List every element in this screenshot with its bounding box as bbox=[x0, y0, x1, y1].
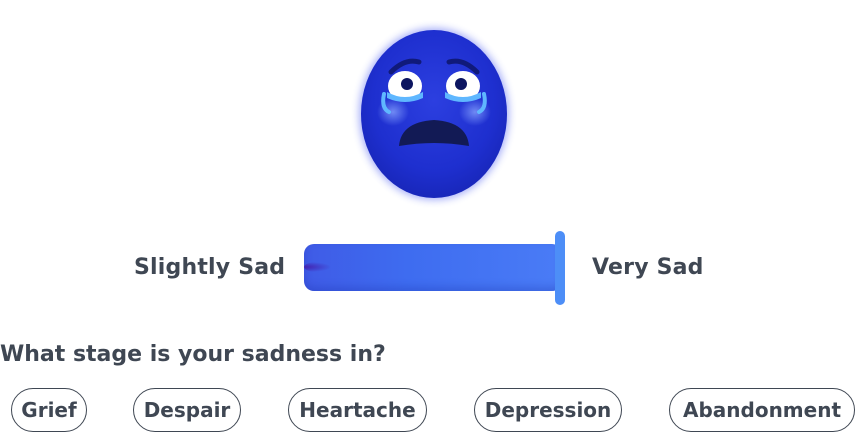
sadness-intensity-slider[interactable] bbox=[304, 231, 568, 305]
crying-face-icon bbox=[359, 28, 510, 200]
question-heading: What stage is your sadness in? bbox=[0, 342, 386, 367]
slider-max-label: Very Sad bbox=[592, 255, 704, 280]
stage-chip-despair[interactable]: Despair bbox=[133, 388, 241, 432]
stage-chip-grief[interactable]: Grief bbox=[11, 388, 87, 432]
crying-face-icon-graphic bbox=[359, 28, 509, 200]
stage-chip-heartache[interactable]: Heartache bbox=[288, 388, 427, 432]
stage-chip-abandonment[interactable]: Abandonment bbox=[669, 388, 855, 432]
slider-track[interactable] bbox=[304, 244, 562, 291]
slider-thumb[interactable] bbox=[555, 231, 565, 305]
stage-chip-depression[interactable]: Depression bbox=[474, 388, 622, 432]
slider-track-start bbox=[304, 262, 330, 272]
slider-min-label: Slightly Sad bbox=[134, 255, 286, 280]
